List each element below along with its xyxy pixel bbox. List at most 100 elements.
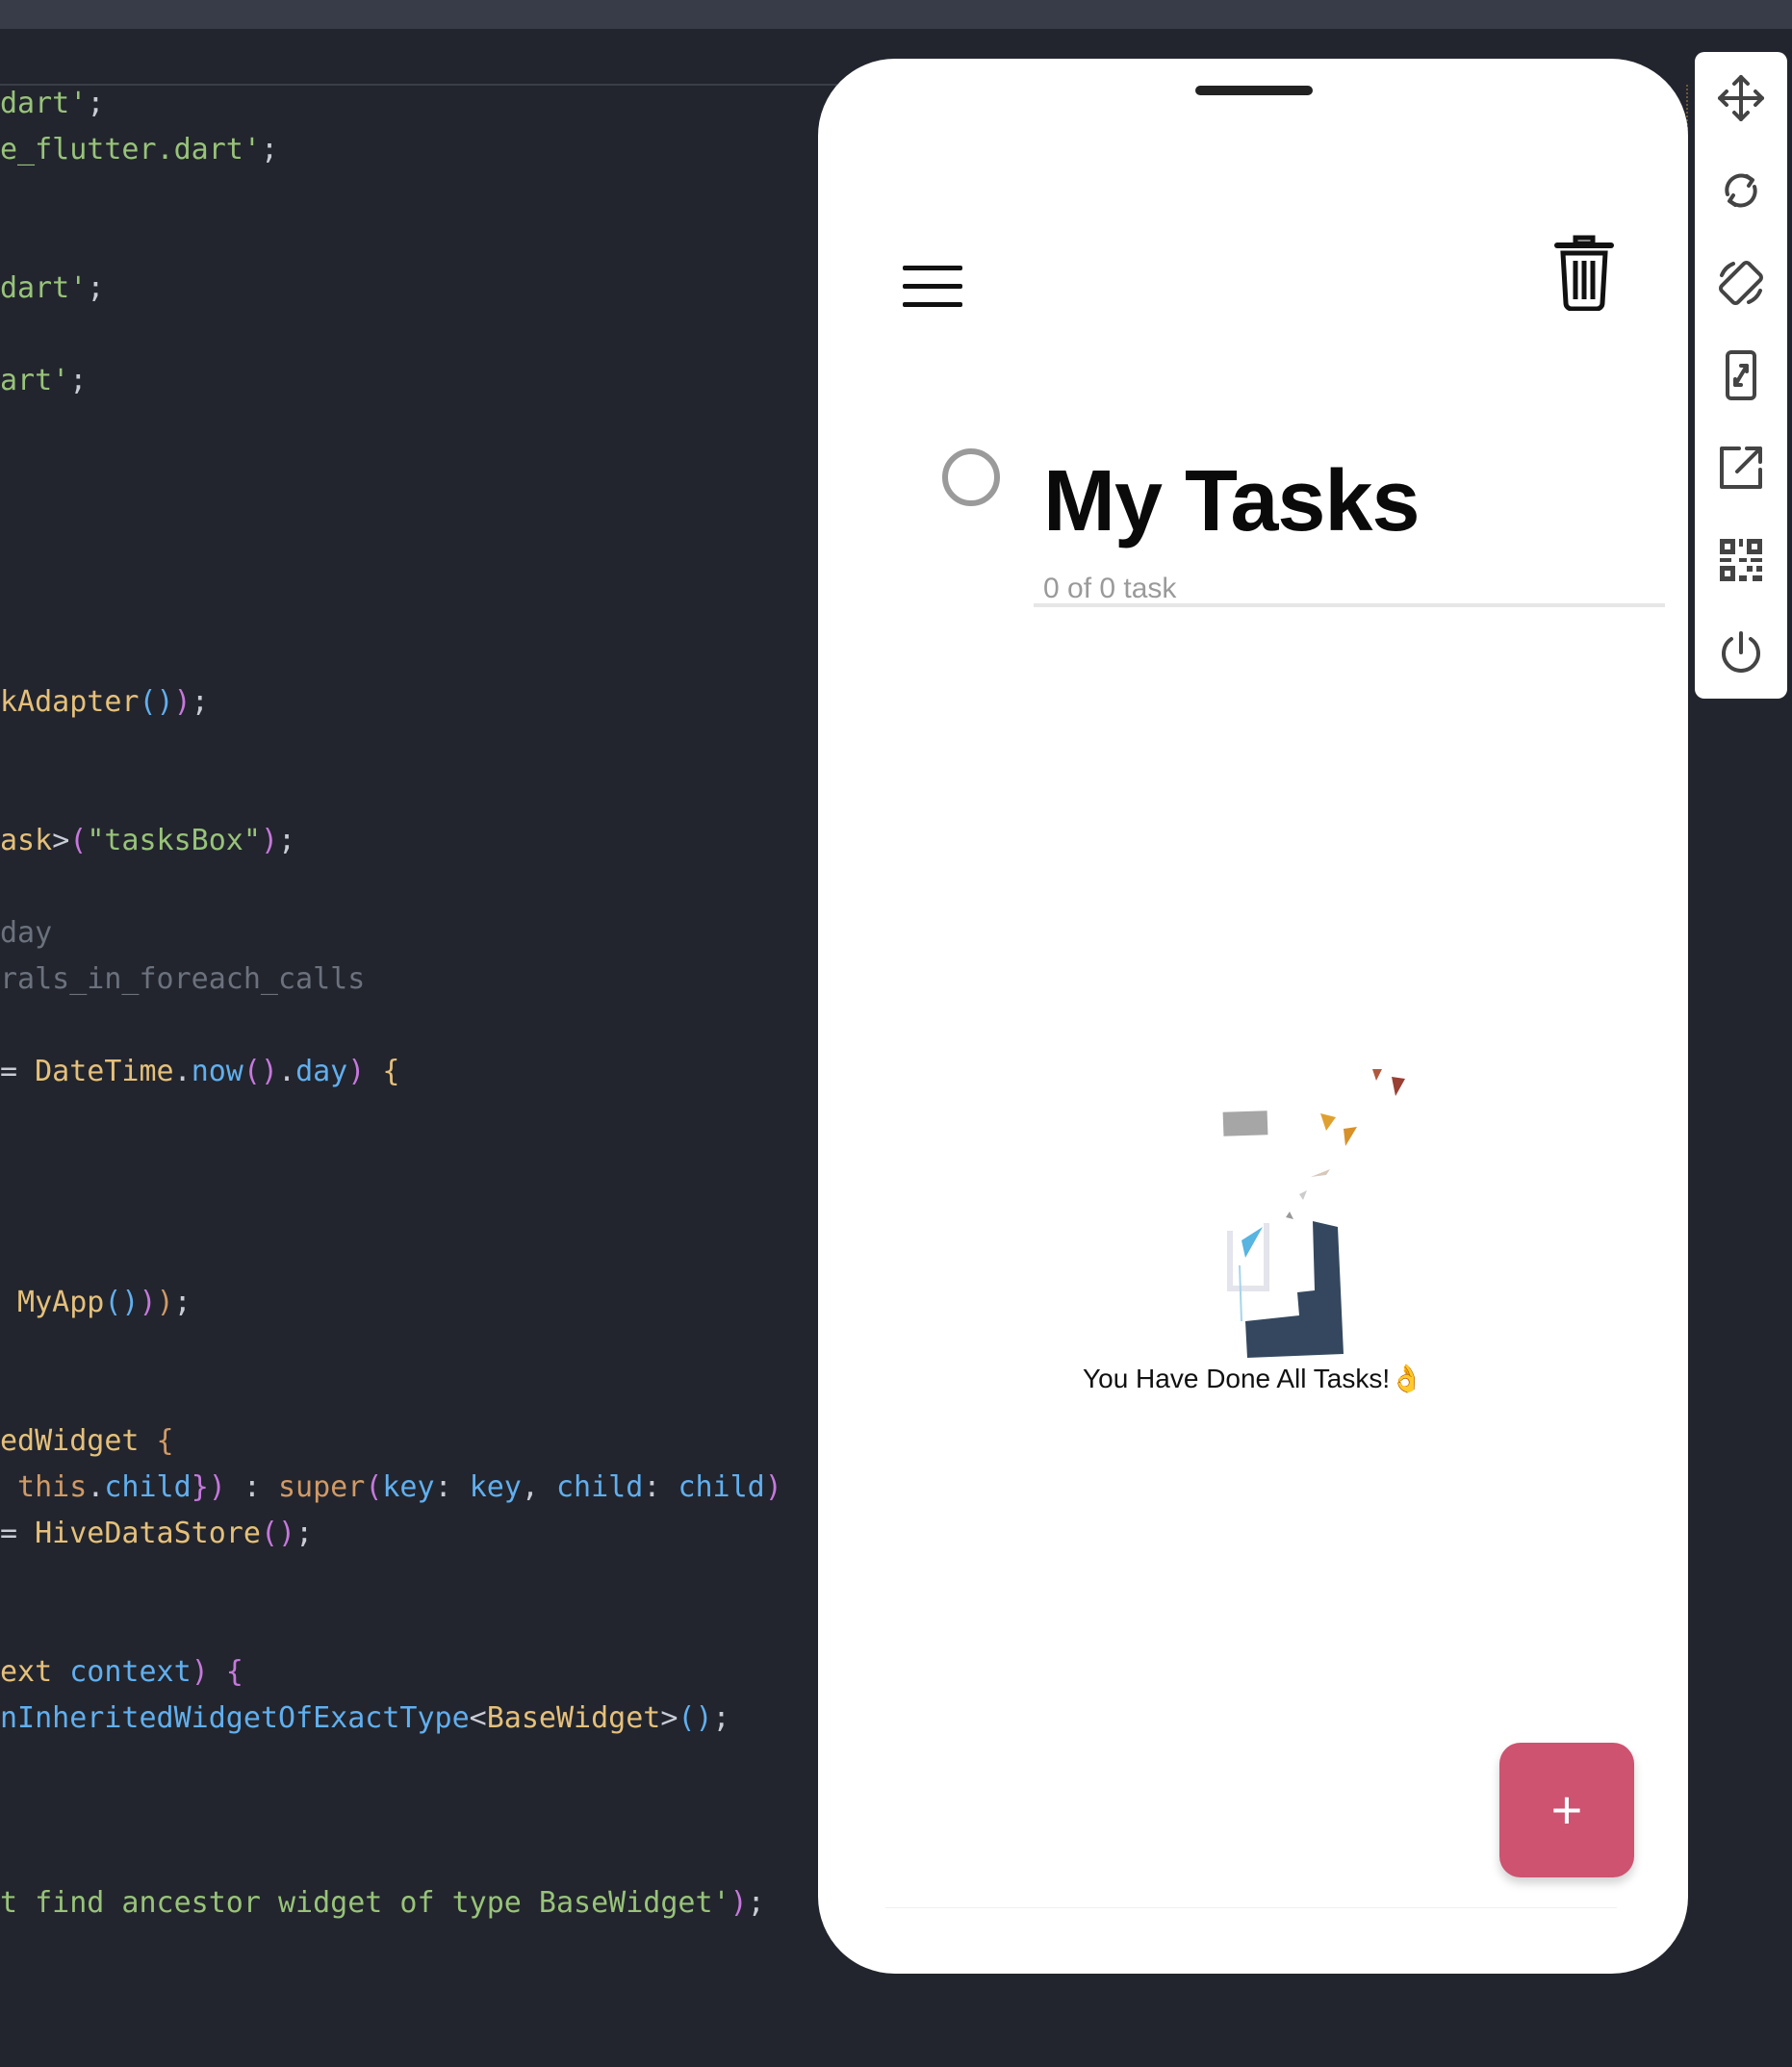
code-token: e_flutter.dart' — [0, 133, 261, 166]
open-external-icon[interactable] — [1714, 441, 1768, 495]
code-line: edWidget { — [0, 1422, 174, 1461]
code-line: this.child}) : super(key: key, child: ch… — [0, 1468, 782, 1507]
code-line: e_flutter.dart'; — [0, 131, 278, 169]
code-token: art' — [0, 364, 70, 397]
header-divider — [1034, 603, 1665, 607]
code-token: () — [678, 1701, 713, 1735]
code-token: BaseWidget — [486, 1701, 661, 1735]
code-token: HiveDataStore — [35, 1517, 261, 1550]
editor-divider — [0, 84, 837, 86]
code-token: child — [678, 1470, 765, 1504]
code-line: rals_in_foreach_calls — [0, 960, 365, 999]
code-token: , — [521, 1470, 556, 1504]
code-token: () — [260, 1517, 296, 1550]
code-line: dart'; — [0, 85, 121, 123]
code-token: = — [0, 1517, 36, 1550]
menu-icon[interactable] — [903, 266, 962, 308]
code-token: ; — [712, 1701, 730, 1735]
code-token: ) — [730, 1886, 748, 1920]
code-token: < — [469, 1701, 487, 1735]
code-token: DateTime — [35, 1055, 174, 1088]
code-line: ask>("tasksBox"); — [0, 822, 295, 860]
code-token: ; — [191, 685, 209, 719]
bottom-divider — [885, 1907, 1617, 1908]
code-token: edWidget — [0, 1424, 140, 1458]
code-token: ) — [764, 1470, 782, 1504]
resize-device-icon[interactable] — [1714, 348, 1768, 402]
add-task-button[interactable]: + — [1499, 1743, 1634, 1877]
device-toolbar — [1695, 52, 1787, 699]
move-icon[interactable] — [1714, 71, 1768, 125]
code-line: MyApp())); — [0, 1284, 192, 1322]
code-token: now — [191, 1055, 243, 1088]
code-token: ask — [0, 824, 53, 857]
code-token: ; — [295, 1517, 314, 1550]
code-token: : — [643, 1470, 678, 1504]
code-token: ; — [87, 271, 105, 305]
qr-code-icon[interactable] — [1714, 533, 1768, 587]
code-token: ( — [365, 1470, 383, 1504]
code-token: ) — [156, 1286, 174, 1319]
code-token: context — [52, 1655, 192, 1689]
code-line: nInheritedWidgetOfExactType<BaseWidget>(… — [0, 1699, 730, 1738]
code-token: ) — [173, 685, 192, 719]
code-token: = — [0, 1055, 36, 1088]
code-token: day — [295, 1055, 348, 1088]
code-token: ; — [173, 1286, 192, 1319]
code-token: { — [365, 1055, 400, 1088]
code-token: super — [278, 1470, 366, 1504]
power-icon[interactable] — [1714, 625, 1768, 679]
code-token: . — [173, 1055, 192, 1088]
code-token: () — [104, 1286, 140, 1319]
code-editor[interactable]: dart'; e_flutter.dart'; dart'; art'; kAdapt… — [0, 0, 828, 2067]
code-token: rals_in_foreach_calls — [0, 962, 366, 996]
code-token: > — [52, 824, 70, 857]
empty-state-illustration — [1203, 1004, 1434, 1369]
code-token: ; — [260, 133, 278, 166]
code-token: key — [382, 1470, 435, 1504]
code-line: day — [0, 914, 52, 953]
code-token: child — [556, 1470, 644, 1504]
code-token: ; — [747, 1886, 765, 1920]
code-token: > — [660, 1701, 678, 1735]
code-token: { — [139, 1424, 174, 1458]
task-count-label: 0 of 0 task — [1043, 573, 1177, 604]
rotate-icon[interactable] — [1714, 164, 1768, 217]
code-token: : — [434, 1470, 470, 1504]
code-token: () — [139, 685, 174, 719]
code-token: . — [278, 1055, 296, 1088]
code-line: dart'; — [0, 269, 104, 308]
code-line: art'; — [0, 362, 87, 400]
code-token: dart' — [0, 271, 88, 305]
phone-simulator: My Tasks 0 of 0 task You Have Done All T… — [818, 59, 1688, 1974]
code-token: ) — [191, 1655, 209, 1689]
code-token: ; — [87, 87, 122, 120]
empty-state-message: You Have Done All Tasks!👌 — [1083, 1364, 1423, 1393]
page-title: My Tasks — [1043, 453, 1421, 549]
code-token: ext — [0, 1655, 53, 1689]
code-token: { — [208, 1655, 243, 1689]
code-line: = HiveDataStore(); — [0, 1515, 313, 1553]
code-token: ( — [69, 824, 88, 857]
code-token: "tasksBox" — [87, 824, 261, 857]
code-token: () — [243, 1055, 278, 1088]
code-token: key — [469, 1470, 522, 1504]
progress-indicator — [942, 448, 1000, 506]
code-token: ; — [278, 824, 296, 857]
code-token: day — [0, 916, 53, 950]
code-token: ) — [347, 1055, 366, 1088]
rotate-device-icon[interactable] — [1714, 256, 1768, 310]
code-token: dart' — [0, 87, 88, 120]
code-line: ext context) { — [0, 1653, 243, 1692]
code-token: ) — [260, 824, 278, 857]
code-token: }) — [191, 1470, 226, 1504]
code-token: ) — [139, 1286, 157, 1319]
code-token: this — [0, 1470, 88, 1504]
trash-icon[interactable] — [1551, 232, 1617, 312]
code-token: child — [104, 1470, 192, 1504]
code-token: ; — [69, 364, 88, 397]
code-token: kAdapter — [0, 685, 140, 719]
code-token: MyApp — [0, 1286, 105, 1319]
code-token: . — [87, 1470, 105, 1504]
phone-notch — [1195, 86, 1313, 95]
